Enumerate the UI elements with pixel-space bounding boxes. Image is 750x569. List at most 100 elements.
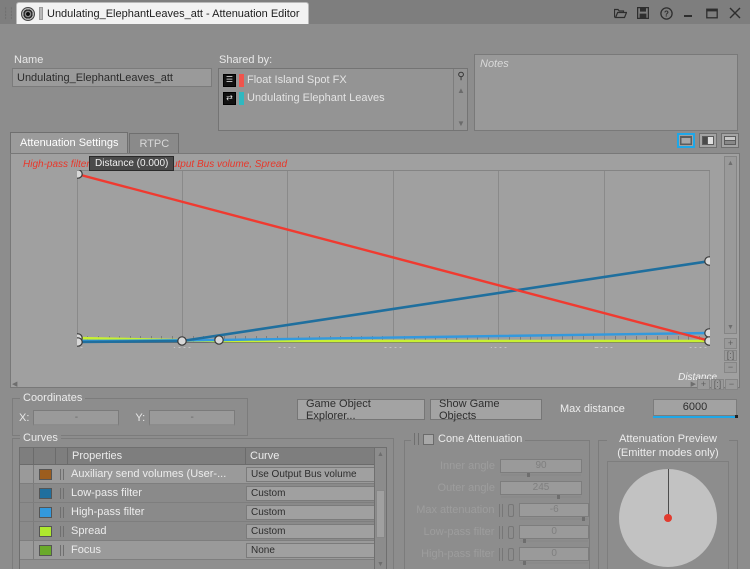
- max-distance-slider-track[interactable]: [653, 416, 735, 418]
- table-row[interactable]: Spread Custom ▼: [20, 522, 386, 541]
- scroll-up-icon[interactable]: ▲: [375, 448, 386, 460]
- row-grip-cell[interactable]: [56, 544, 68, 556]
- list-item[interactable]: ⇄ Undulating Elephant Leaves: [221, 89, 453, 107]
- layout-split-vertical-button[interactable]: [699, 133, 717, 148]
- row-color-cell[interactable]: [34, 544, 56, 556]
- table-row[interactable]: Low-pass filter Custom ▼: [20, 484, 386, 503]
- row-grip-cell[interactable]: [56, 487, 68, 499]
- curve-color-swatch[interactable]: [38, 487, 52, 499]
- coordinate-y-field[interactable]: -: [149, 410, 236, 426]
- slider-handle: [557, 495, 560, 499]
- document-tab[interactable]: Undulating_ElephantLeaves_att - Attenuat…: [16, 2, 309, 24]
- attenuation-graph-panel[interactable]: High-pass filter, Low-pass filter, Outpu…: [10, 153, 740, 388]
- shared-by-scrollbar[interactable]: ⚲ ▲ ▼: [453, 69, 467, 130]
- row-selector[interactable]: [20, 465, 34, 483]
- row-selector[interactable]: [20, 541, 34, 559]
- curve-property-label: Spread: [71, 525, 107, 537]
- drag-handle-icon[interactable]: [60, 468, 64, 480]
- row-color-cell[interactable]: [34, 506, 56, 518]
- zoom-fit-vertical-button[interactable]: [:]: [724, 350, 737, 361]
- minimize-icon[interactable]: [682, 6, 696, 20]
- table-row[interactable]: High-pass filter Custom ▼: [20, 503, 386, 522]
- layout-split-horizontal-button[interactable]: [721, 133, 739, 148]
- drag-handle-icon[interactable]: [60, 487, 64, 499]
- row-color-cell[interactable]: [34, 468, 56, 480]
- table-row[interactable]: Auxiliary send volumes (User-... Use Out…: [20, 465, 386, 484]
- row-selector[interactable]: [20, 503, 34, 521]
- row-color-cell[interactable]: [34, 487, 56, 499]
- show-game-objects-button[interactable]: Show Game Objects: [430, 398, 542, 422]
- scroll-down-icon[interactable]: ▼: [454, 116, 468, 130]
- coordinate-x-field[interactable]: -: [33, 410, 120, 426]
- emitter-dot-icon[interactable]: [664, 514, 672, 523]
- name-input[interactable]: Undulating_ElephantLeaves_att: [12, 68, 212, 87]
- max-distance-slider-handle[interactable]: [735, 415, 738, 418]
- document-tab-label: Undulating_ElephantLeaves_att - Attenuat…: [47, 7, 300, 20]
- drag-handle-icon[interactable]: [60, 525, 64, 537]
- attenuation-preview-canvas[interactable]: [607, 461, 729, 569]
- search-icon[interactable]: ⚲: [454, 69, 468, 83]
- row-grip-cell[interactable]: [56, 506, 68, 518]
- titlebar-spacer: [309, 2, 613, 24]
- drag-handle-icon[interactable]: [414, 433, 419, 445]
- zoom-fit-horizontal-button[interactable]: [:]: [711, 379, 724, 390]
- zoom-in-vertical-button[interactable]: +: [724, 338, 737, 349]
- tab-rtpc[interactable]: RTPC: [129, 133, 180, 153]
- zoom-in-horizontal-button[interactable]: +: [697, 379, 710, 390]
- row-grip-cell[interactable]: [56, 525, 68, 537]
- list-item[interactable]: ☰ Float Island Spot FX: [221, 71, 453, 89]
- tab-attenuation-settings[interactable]: Attenuation Settings: [10, 132, 129, 153]
- curve-type-dropdown[interactable]: Use Output Bus volume ▼: [246, 466, 384, 482]
- save-icon[interactable]: [636, 6, 650, 20]
- curve-type-cell[interactable]: Custom ▼: [246, 523, 386, 539]
- curve-color-swatch[interactable]: [38, 506, 52, 518]
- open-folder-icon[interactable]: [613, 6, 627, 20]
- curve-type-dropdown[interactable]: Custom ▼: [246, 504, 384, 520]
- cone-attenuation-checkbox[interactable]: [423, 433, 434, 445]
- game-object-explorer-button[interactable]: Game Object Explorer...: [297, 398, 425, 422]
- column-header-properties[interactable]: Properties: [68, 448, 246, 464]
- cone-inner-angle-label: Inner angle: [439, 460, 495, 472]
- row-selector[interactable]: [20, 522, 34, 540]
- row-color-cell[interactable]: [34, 525, 56, 537]
- help-icon[interactable]: ?: [659, 6, 673, 20]
- curve-color-swatch[interactable]: [38, 525, 52, 537]
- curves-table-scrollbar[interactable]: ▲ ▼: [374, 448, 386, 569]
- scroll-down-icon[interactable]: ▼: [375, 558, 386, 569]
- scroll-up-icon[interactable]: ▲: [454, 83, 468, 97]
- drag-handle-icon[interactable]: [60, 544, 64, 556]
- curve-type-value: Use Output Bus volume: [251, 468, 357, 480]
- scrollbar-thumb[interactable]: [376, 490, 385, 538]
- maximize-icon[interactable]: [705, 6, 719, 20]
- curve-color-swatch[interactable]: [38, 544, 52, 556]
- graph-horizontal-scrollbar[interactable]: ◀ ▶ + [:] −: [10, 379, 740, 392]
- max-distance-input[interactable]: 6000: [653, 399, 737, 416]
- row-grip-cell[interactable]: [56, 468, 68, 480]
- scroll-left-icon[interactable]: ◀: [12, 380, 17, 388]
- scroll-up-icon[interactable]: ▲: [725, 157, 736, 169]
- close-icon[interactable]: [728, 6, 742, 20]
- curve-type-dropdown[interactable]: None ▼: [246, 542, 384, 558]
- scroll-right-icon[interactable]: ▶: [691, 380, 696, 388]
- table-row[interactable]: Focus None ▼: [20, 541, 386, 560]
- zoom-out-horizontal-button[interactable]: −: [725, 379, 738, 390]
- curve-type-cell[interactable]: Use Output Bus volume ▼: [246, 466, 386, 482]
- curve-type-dropdown[interactable]: Custom ▼: [246, 485, 384, 501]
- layout-single-button[interactable]: [677, 133, 695, 148]
- curve-type-dropdown[interactable]: Custom ▼: [246, 523, 384, 539]
- scroll-down-icon[interactable]: ▼: [725, 321, 736, 333]
- column-header-curve[interactable]: Curve: [246, 448, 386, 464]
- zoom-out-vertical-button[interactable]: −: [724, 362, 737, 373]
- curve-type-cell[interactable]: None ▼: [246, 542, 386, 558]
- graph-vertical-scrollbar[interactable]: ▲ ▼: [724, 156, 737, 334]
- row-selector[interactable]: [20, 484, 34, 502]
- notes-field[interactable]: Notes: [474, 54, 738, 131]
- drag-handle-icon[interactable]: [60, 506, 64, 518]
- orientation-needle-icon[interactable]: [668, 469, 669, 519]
- curve-type-cell[interactable]: Custom ▼: [246, 504, 386, 520]
- curve-type-cell[interactable]: Custom ▼: [246, 485, 386, 501]
- randomizer-icon: [508, 525, 515, 539]
- graph-plot[interactable]: 0 1000 2000 3000 4000 5000 6000: [77, 170, 710, 348]
- window-grip[interactable]: ┊┊: [0, 2, 16, 24]
- curve-color-swatch[interactable]: [38, 468, 52, 480]
